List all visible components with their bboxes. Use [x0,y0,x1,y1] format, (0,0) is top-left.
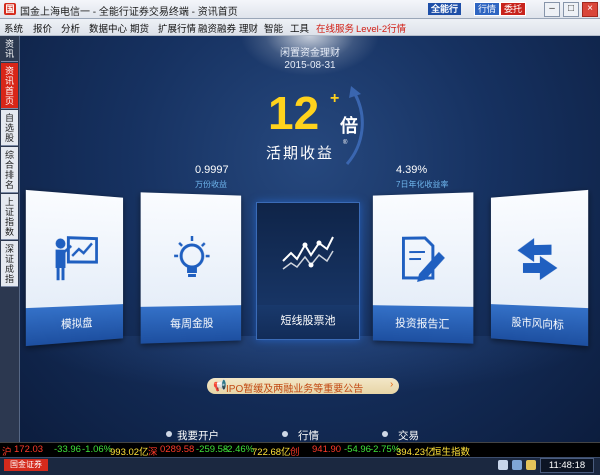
menu-quote[interactable]: 报价 [33,21,52,35]
menu-wealth[interactable]: 理财 [239,21,258,35]
stat-7day-value: 4.39% [396,164,427,176]
sh-amount: 993.02亿 [110,444,149,458]
minimize-button[interactable]: – [544,2,560,17]
card-label: 短线股票池 [257,312,359,328]
menu-bar: 系统 报价 分析 数据中心 期货 扩展行情 融资融券 理财 智能 工具 在线服务… [0,19,600,36]
stat-7day-label: 7日年化收益率 [396,179,448,190]
cy-amount: 394.23亿 [396,444,435,458]
weituo-button[interactable]: 委托 [500,2,526,16]
swap-arrows-icon [514,233,562,284]
menu-margin-trading[interactable]: 融资融券 [198,21,236,35]
nav-quotes[interactable]: 行情 [298,428,319,442]
card-label: 投资报告汇 [373,314,473,332]
menu-smart[interactable]: 智能 [264,21,283,35]
menu-extended-quotes[interactable]: 扩展行情 [158,21,196,35]
bullet-icon [282,431,288,437]
nav-trade[interactable]: 交易 [398,428,419,442]
promo-plus: + [330,90,339,108]
close-button[interactable]: × [582,2,598,17]
sidebar-tab-sh-index[interactable]: 上证指数 [1,194,18,240]
megaphone-icon: 📢 [213,379,227,392]
sz-pct: -2.46% [224,444,254,455]
sh-label: 沪 [2,444,12,458]
settings-icon[interactable] [498,460,508,470]
hk-label[interactable]: 恒生指数 [432,444,470,458]
broker-badge: 国金证券 [4,459,48,471]
stat-per-10k-value: 0.9997 [195,164,229,176]
menu-system[interactable]: 系统 [4,21,23,35]
sidebar-tab-news-home[interactable]: 资讯首页 [1,63,18,109]
line-chart-icon [281,231,335,281]
status-bar [0,457,600,475]
sidebar-tab-watchlist[interactable]: 自选股 [1,110,18,146]
window-title: 国金上海电信一 - 全能行证券交易终端 - 资讯首页 [20,3,238,18]
quanneng-button[interactable]: 全能行 [428,3,461,15]
sh-change: -33.96 [54,444,81,455]
promo-name: 闲置资金理财 [250,44,370,59]
message-icon[interactable] [512,460,522,470]
promo-unit: 倍 [340,112,358,138]
sz-amount: 722.68亿 [252,444,291,458]
card-investment-reports[interactable]: 投资报告汇 [373,192,473,343]
bullet-icon [166,431,172,437]
left-sidebar: 资讯 资讯首页 自选股 综合排名 上证指数 深证成指 [0,36,20,442]
promo-mark: ® [343,140,347,146]
index-ticker: 沪 172.03 -33.96 -1.06% 993.02亿 深 0289.58… [0,442,600,457]
card-simulator[interactable]: 模拟盘 [26,190,123,346]
menu-online-service[interactable]: 在线服务 [316,21,354,35]
menu-data-center[interactable]: 数据中心 [89,21,127,35]
sidebar-tab-news[interactable]: 资讯 [1,36,18,62]
sh-pct: -1.06% [82,444,112,455]
sz-index[interactable]: 0289.58 [160,444,194,455]
notice-arrow-icon: › [390,379,393,390]
bullet-icon [382,431,388,437]
hangqing-button[interactable]: 行情 [474,2,500,16]
maximize-button[interactable]: □ [563,2,579,17]
document-pen-icon [398,234,447,285]
clock: 11:48:18 [540,458,594,473]
nav-open-account[interactable]: 我要开户 [177,428,219,442]
lightbulb-icon [167,234,216,285]
promo-label: 活期收益 [266,142,334,163]
menu-tools[interactable]: 工具 [290,21,309,35]
presenter-chart-icon [53,233,101,284]
cy-index[interactable]: 941.90 [312,444,341,455]
card-shortterm-pool[interactable]: 短线股票池 [256,202,360,340]
card-market-vane[interactable]: 股市风向标 [491,190,588,346]
stat-per-10k-label: 万份收益 [195,179,227,190]
cy-label: 创 [290,444,300,458]
promo-date: 2015-08-31 [250,60,370,71]
alert-icon[interactable] [526,460,536,470]
card-label: 每周金股 [141,314,241,332]
app-logo-icon: 国 [4,3,16,15]
title-bar: 国 国金上海电信一 - 全能行证券交易终端 - 资讯首页 全能行 行情 委托 –… [0,0,600,19]
card-weekly-stock[interactable]: 每周金股 [141,192,241,343]
cy-change: -54.96 [344,444,371,455]
sh-index[interactable]: 172.03 [14,444,43,455]
sz-label: 深 [148,444,158,458]
menu-level2[interactable]: Level-2行情 [356,21,406,35]
notice-text[interactable]: IPO暂缓及两融业务等重要公告 [226,380,363,395]
menu-analysis[interactable]: 分析 [61,21,80,35]
menu-futures[interactable]: 期货 [130,21,149,35]
sidebar-tab-ranking[interactable]: 综合排名 [1,147,18,193]
promo-multiplier[interactable]: 12 [268,90,319,136]
sidebar-tab-sz-index[interactable]: 深证成指 [1,241,18,287]
news-home-panel: 闲置资金理财 2015-08-31 12 + 倍 活期收益 ® 0.9997 万… [20,36,600,442]
